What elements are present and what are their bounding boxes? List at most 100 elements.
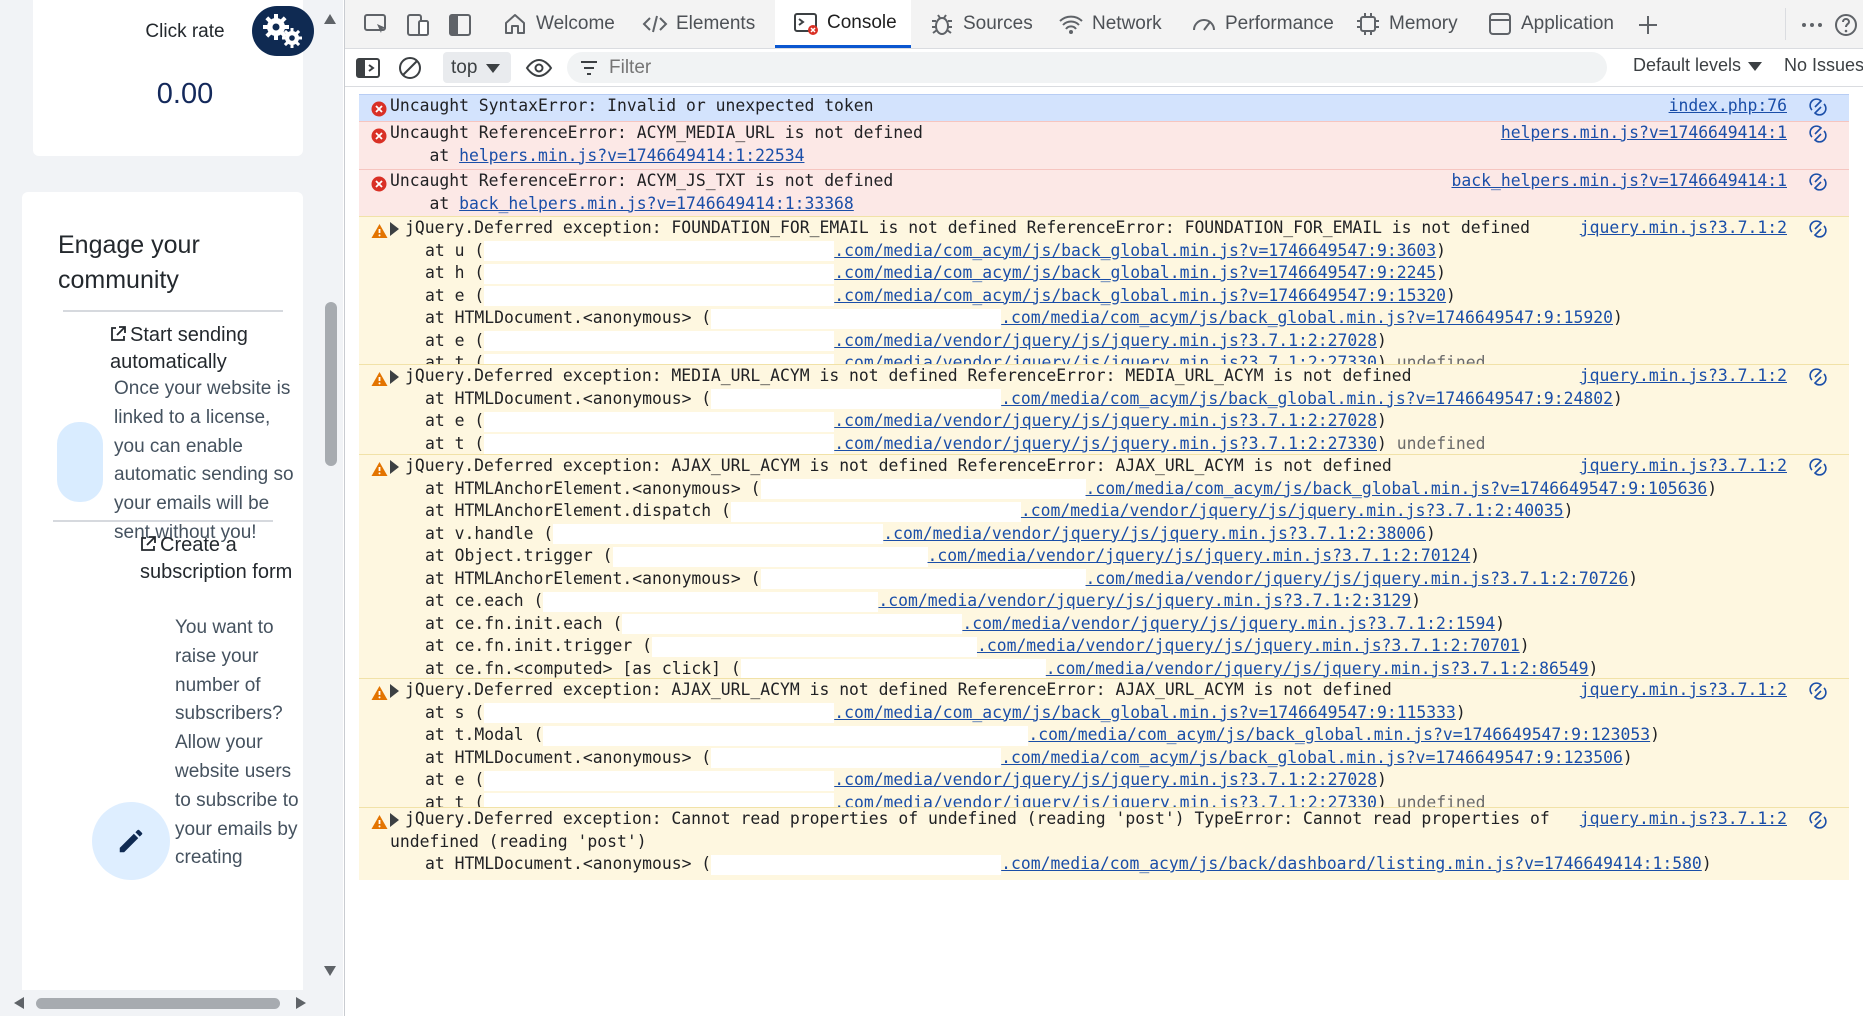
device-emulation-icon[interactable]: [405, 12, 431, 38]
tab-performance[interactable]: Performance: [1191, 0, 1341, 48]
live-expression-eye-icon[interactable]: [525, 55, 553, 81]
clear-console-icon[interactable]: [397, 55, 423, 81]
stack-frame-link[interactable]: .com/media/vendor/jquery/js/jquery.min.j…: [1046, 659, 1589, 678]
stack-frame: at e (.com/media/vendor/jquery/js/jquery…: [359, 330, 1849, 353]
ai-explain-icon[interactable]: [1809, 98, 1827, 116]
expand-triangle-icon[interactable]: [390, 369, 399, 384]
stack-frame-link[interactable]: .com/media/com_acym/js/back/dashboard/li…: [1001, 854, 1702, 873]
stack-frame-link[interactable]: .com/media/com_acym/js/back_global.min.j…: [1001, 389, 1613, 408]
expand-triangle-icon[interactable]: [390, 459, 399, 474]
feature-title-text: Create a subscription form: [140, 534, 293, 583]
stack-frame-link[interactable]: back_helpers.min.js?v=1746649414:1:33368: [459, 194, 854, 213]
tab-network[interactable]: Network: [1058, 0, 1176, 48]
message-source-link[interactable]: jquery.min.js?3.7.1:2: [1580, 679, 1787, 702]
stack-frame-link[interactable]: .com/media/com_acym/js/back_global.min.j…: [834, 241, 1436, 260]
tab-sources[interactable]: Sources: [929, 0, 1039, 48]
devtools-panel: Welcome Elements Console Sources Network…: [344, 0, 1863, 1016]
issues-counter[interactable]: No Issues: [1784, 55, 1863, 76]
ai-explain-icon[interactable]: [1809, 220, 1827, 238]
stack-frame-link[interactable]: .com/media/com_acym/js/back_global.min.j…: [834, 286, 1446, 305]
show-sidebar-icon[interactable]: [355, 55, 381, 81]
scroll-left-arrow-icon[interactable]: [14, 997, 24, 1009]
context-value: top: [451, 56, 478, 78]
console-error-message[interactable]: Uncaught ReferenceError: ACYM_MEDIA_URL …: [359, 121, 1849, 171]
message-source-link[interactable]: jquery.min.js?3.7.1:2: [1580, 217, 1787, 240]
ai-explain-icon[interactable]: [1809, 125, 1827, 143]
frame-prefix: at e (: [425, 411, 485, 430]
more-options-icon[interactable]: [1799, 12, 1825, 38]
console-error-message[interactable]: Uncaught SyntaxError: Invalid or unexpec…: [359, 94, 1849, 122]
ai-explain-icon[interactable]: [1809, 811, 1827, 829]
settings-gears-button[interactable]: [252, 6, 314, 56]
stack-frame-link[interactable]: .com/media/vendor/jquery/js/jquery.min.j…: [834, 331, 1377, 350]
vertical-scroll-thumb[interactable]: [325, 302, 337, 466]
tab-welcome[interactable]: Welcome: [502, 0, 622, 48]
console-warning-message[interactable]: jQuery.Deferred exception: Cannot read p…: [359, 807, 1849, 880]
stack-frame-link[interactable]: helpers.min.js?v=1746649414:1:22534: [459, 146, 804, 165]
message-source-link[interactable]: back_helpers.min.js?v=1746649414:1: [1451, 170, 1787, 193]
message-source-link[interactable]: jquery.min.js?3.7.1:2: [1580, 365, 1787, 388]
console-toolbar: top Default levels No Issues: [345, 49, 1863, 87]
filter-box[interactable]: [567, 52, 1607, 83]
tab-label: Performance: [1225, 13, 1334, 34]
tab-application[interactable]: Application: [1487, 0, 1622, 48]
stack-frame-link[interactable]: .com/media/vendor/jquery/js/jquery.min.j…: [883, 524, 1426, 543]
stack-frame-link[interactable]: .com/media/vendor/jquery/js/jquery.min.j…: [834, 434, 1377, 453]
help-icon[interactable]: [1833, 12, 1859, 38]
stack-frame-link[interactable]: .com/media/vendor/jquery/js/jquery.min.j…: [977, 636, 1520, 655]
feature-subscription-form-title[interactable]: Create a subscription form: [140, 532, 303, 586]
stack-frame-link[interactable]: .com/media/com_acym/js/back_global.min.j…: [1001, 748, 1623, 767]
context-selector[interactable]: top: [443, 52, 511, 83]
tab-memory[interactable]: Memory: [1355, 0, 1465, 48]
log-levels-dropdown[interactable]: Default levels: [1633, 55, 1763, 76]
frame-prefix: at Object.trigger (: [425, 546, 613, 565]
stack-frame-link[interactable]: .com/media/vendor/jquery/js/jquery.min.j…: [928, 546, 1471, 565]
console-warning-message[interactable]: jQuery.Deferred exception: AJAX_URL_ACYM…: [359, 678, 1849, 818]
ai-explain-icon[interactable]: [1809, 458, 1827, 476]
stack-frame-link[interactable]: .com/media/vendor/jquery/js/jquery.min.j…: [1086, 569, 1629, 588]
ai-explain-icon[interactable]: [1809, 173, 1827, 191]
stack-frame: at back_helpers.min.js?v=1746649414:1:33…: [359, 193, 1849, 216]
console-warning-message[interactable]: jQuery.Deferred exception: MEDIA_URL_ACY…: [359, 364, 1849, 459]
stack-frame-link[interactable]: .com/media/vendor/jquery/js/jquery.min.j…: [962, 614, 1495, 633]
console-error-message[interactable]: Uncaught ReferenceError: ACYM_JS_TXT is …: [359, 169, 1849, 219]
horizontal-scrollbar[interactable]: [0, 990, 318, 1016]
feature-start-sending-title[interactable]: Start sending automatically: [110, 322, 300, 376]
expand-triangle-icon[interactable]: [390, 683, 399, 698]
message-source-link[interactable]: jquery.min.js?3.7.1:2: [1580, 455, 1787, 478]
tab-elements[interactable]: Elements: [642, 0, 762, 48]
stack-frame: at v.handle (.com/media/vendor/jquery/js…: [359, 523, 1849, 546]
stack-frame-link[interactable]: .com/media/com_acym/js/back_global.min.j…: [1086, 479, 1708, 498]
stack-frame-link[interactable]: .com/media/com_acym/js/back_global.min.j…: [834, 263, 1436, 282]
vertical-scrollbar[interactable]: [318, 0, 343, 1000]
stack-frame-link[interactable]: .com/media/vendor/jquery/js/jquery.min.j…: [834, 411, 1377, 430]
frame-suffix: ): [1563, 501, 1574, 520]
frame-suffix: ): [1426, 523, 1436, 543]
expand-triangle-icon[interactable]: [390, 812, 399, 827]
scroll-right-arrow-icon[interactable]: [296, 997, 306, 1009]
ai-explain-icon[interactable]: [1809, 368, 1827, 386]
message-source-link[interactable]: index.php:76: [1669, 95, 1787, 118]
toggle-sidebar-icon[interactable]: [447, 12, 473, 38]
filter-input[interactable]: [607, 55, 1511, 80]
scroll-up-arrow-icon[interactable]: [324, 14, 336, 24]
console-warning-message[interactable]: jQuery.Deferred exception: AJAX_URL_ACYM…: [359, 454, 1849, 707]
console-warning-message[interactable]: jQuery.Deferred exception: FOUNDATION_FO…: [359, 216, 1849, 379]
stack-frame-link[interactable]: .com/media/com_acym/js/back_global.min.j…: [1028, 725, 1650, 744]
stack-frame: at HTMLDocument.<anonymous> (.com/media/…: [359, 853, 1849, 876]
frame-suffix: ): [1622, 747, 1633, 767]
horizontal-scroll-thumb[interactable]: [36, 998, 280, 1009]
stack-frame-link[interactable]: .com/media/com_acym/js/back_global.min.j…: [1001, 308, 1613, 327]
stack-frame-link[interactable]: .com/media/vendor/jquery/js/jquery.min.j…: [1021, 501, 1564, 520]
message-source-link[interactable]: jquery.min.js?3.7.1:2: [1580, 808, 1787, 831]
inspect-element-icon[interactable]: [363, 12, 389, 38]
stack-frame-link[interactable]: .com/media/com_acym/js/back_global.min.j…: [834, 703, 1456, 722]
add-tab-plus-icon[interactable]: [1635, 12, 1661, 38]
scroll-down-arrow-icon[interactable]: [324, 966, 336, 976]
stack-frame-link[interactable]: .com/media/vendor/jquery/js/jquery.min.j…: [834, 770, 1377, 789]
tab-console[interactable]: Console: [775, 0, 911, 48]
expand-triangle-icon[interactable]: [390, 221, 399, 236]
ai-explain-icon[interactable]: [1809, 682, 1827, 700]
message-source-link[interactable]: helpers.min.js?v=1746649414:1: [1501, 122, 1787, 145]
stack-frame-link[interactable]: .com/media/vendor/jquery/js/jquery.min.j…: [878, 591, 1411, 610]
